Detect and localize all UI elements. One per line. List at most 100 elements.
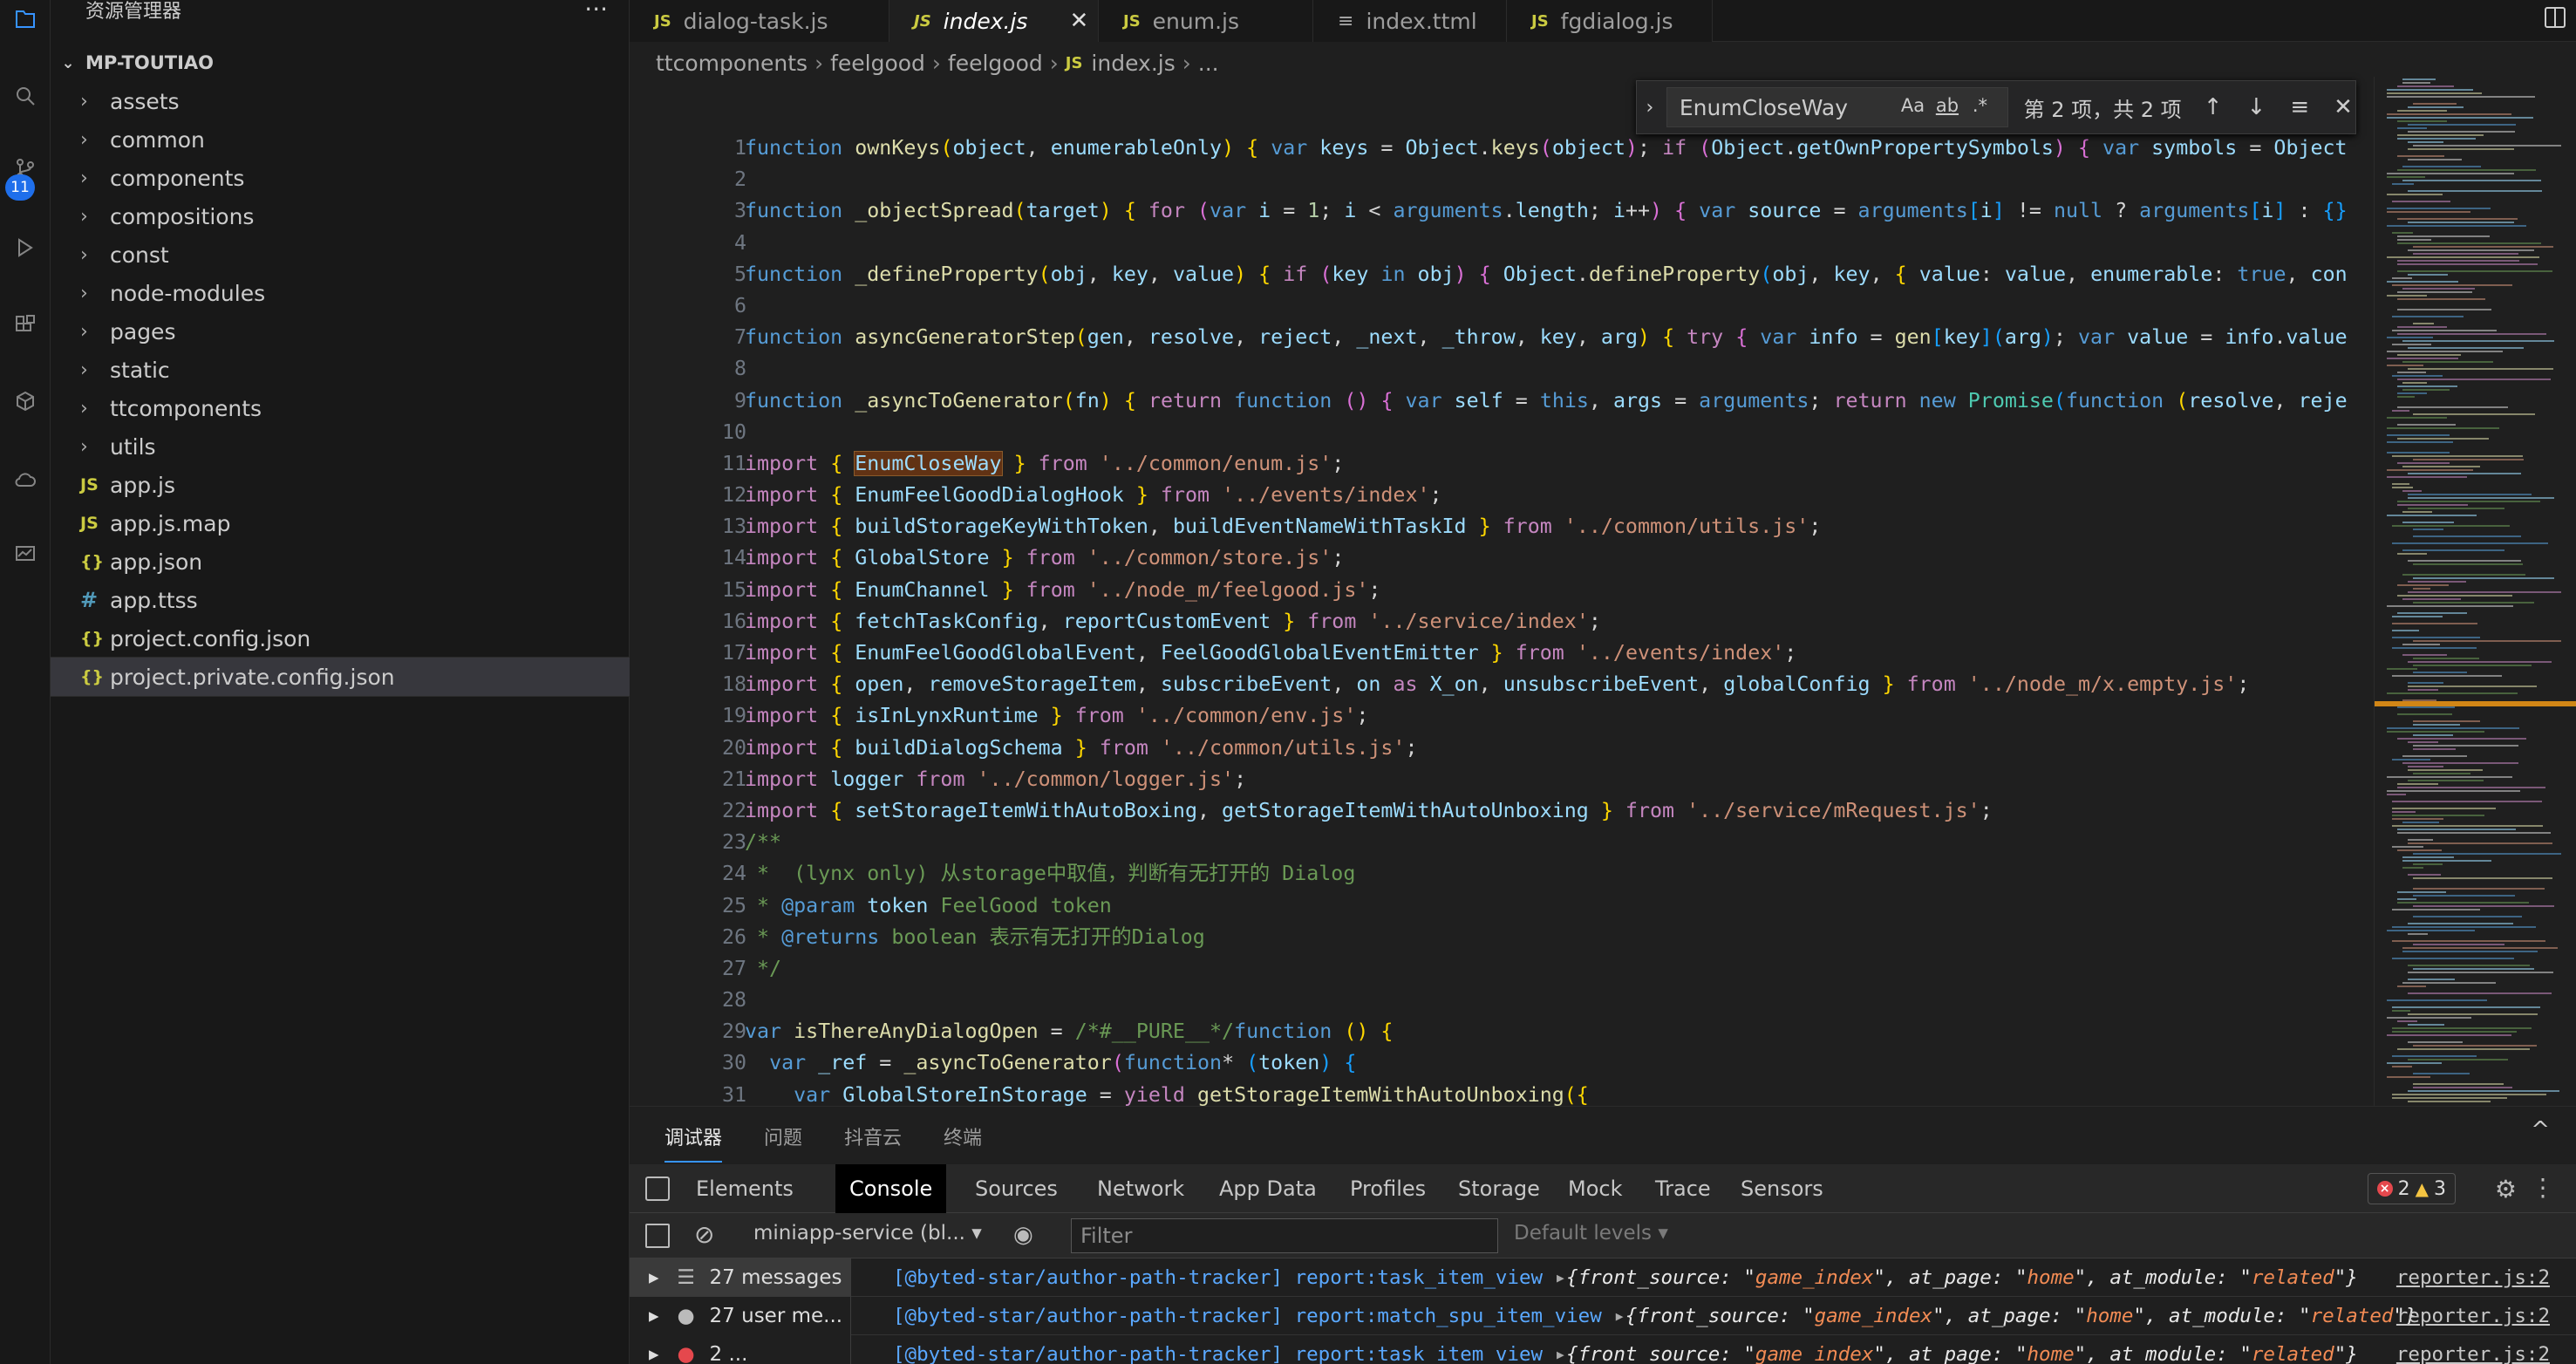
cloud-icon[interactable] xyxy=(0,460,51,499)
devtools-tab-sources[interactable]: Sources xyxy=(961,1164,1072,1213)
breadcrumb-tail[interactable]: ... xyxy=(1198,51,1219,76)
code-line: 3 function _objectSpread(target) { for (v… xyxy=(733,199,2348,223)
monitor-icon[interactable] xyxy=(0,535,51,574)
match-word-toggle[interactable]: ab xyxy=(1936,95,1959,116)
log-levels-dropdown[interactable]: Default levels ▾ xyxy=(1514,1222,1668,1245)
split-editor-icon[interactable] xyxy=(2545,7,2566,28)
devtools-tab-profiles[interactable]: Profiles xyxy=(1336,1164,1440,1213)
find-in-selection-icon[interactable]: ≡ xyxy=(2287,94,2312,120)
toggle-sidebar-icon[interactable] xyxy=(645,1224,670,1248)
tree-folder[interactable]: › const xyxy=(51,235,630,274)
panel-tab-debugger[interactable]: 调试器 xyxy=(664,1122,723,1163)
tab-index-js[interactable]: JS index.js ✕ xyxy=(889,0,1099,42)
settings-gear-icon[interactable]: ⚙ xyxy=(2495,1175,2517,1204)
package-icon[interactable] xyxy=(0,382,51,420)
tree-item-label: app.json xyxy=(110,549,203,575)
collapse-panel-icon[interactable]: ^ xyxy=(2531,1117,2550,1143)
breadcrumb-item[interactable]: feelgood xyxy=(948,51,1043,76)
console-sidebar-messages[interactable]: ▸ ☰ 27 messages xyxy=(630,1258,850,1297)
close-icon[interactable]: ✕ xyxy=(2331,94,2355,120)
run-debug-icon[interactable] xyxy=(0,228,51,267)
breadcrumb-item[interactable]: feelgood xyxy=(830,51,925,76)
inspect-element-icon[interactable] xyxy=(645,1176,670,1201)
tree-folder[interactable]: › assets xyxy=(51,82,630,120)
chevron-right-icon: ▸ xyxy=(649,1343,659,1364)
issue-counts[interactable]: × 2 ▲ 3 xyxy=(2367,1173,2456,1204)
clear-console-icon[interactable]: ⊘ xyxy=(694,1220,714,1249)
minimap-line xyxy=(2402,166,2481,167)
find-input[interactable]: EnumCloseWay Aa ab .* xyxy=(1666,87,2008,127)
tab-fgdialog-js[interactable]: JS fgdialog.js xyxy=(1507,0,1713,42)
regex-toggle[interactable]: .* xyxy=(1973,95,1987,116)
devtools-tab-network[interactable]: Network xyxy=(1083,1164,1198,1213)
tree-file[interactable]: {} project.private.config.json xyxy=(50,657,630,697)
tree-file[interactable]: {} project.config.json xyxy=(51,619,630,658)
message-object[interactable]: {front_source: "game_index", at_page: "h… xyxy=(1566,1266,2358,1289)
expand-object-icon[interactable]: ▸ xyxy=(1602,1305,1625,1327)
tab-index-ttml[interactable]: ≡ index.ttml xyxy=(1313,0,1507,42)
message-source-link[interactable]: reporter.js:2 xyxy=(2396,1335,2550,1364)
minimap-line xyxy=(2387,1017,2471,1019)
minimap-line xyxy=(2392,1097,2507,1099)
devtools-tab-console[interactable]: Console xyxy=(835,1164,947,1213)
context-selector[interactable]: miniapp-service (bl... ▾ xyxy=(753,1222,982,1245)
console-message-row[interactable]: [@byted-star/author-path-tracker] report… xyxy=(851,1297,2576,1335)
tree-file[interactable]: {} app.json xyxy=(51,542,630,581)
extensions-icon[interactable] xyxy=(0,305,51,344)
live-expression-eye-icon[interactable]: ◉ xyxy=(1013,1222,1033,1248)
minimap-line xyxy=(2408,1013,2538,1015)
devtools-tab-mock[interactable]: Mock xyxy=(1554,1164,1636,1213)
more-options-icon[interactable]: ⋮ xyxy=(2531,1173,2555,1202)
expand-object-icon[interactable]: ▸ xyxy=(1543,1266,1567,1289)
message-source-link[interactable]: reporter.js:2 xyxy=(2396,1297,2550,1335)
code-view[interactable]: 1 function ownKeys(object, enumerableOnly… xyxy=(630,133,2365,1106)
expand-object-icon[interactable]: ▸ xyxy=(1543,1343,1567,1364)
devtools-tab-app-data[interactable]: App Data xyxy=(1205,1164,1331,1213)
message-source-link[interactable]: reporter.js:2 xyxy=(2396,1258,2550,1297)
breadcrumb-item[interactable]: ttcomponents xyxy=(656,51,808,76)
match-case-toggle[interactable]: Aa xyxy=(1901,95,1925,116)
message-object[interactable]: {front_source: "game_index", at_page: "h… xyxy=(1566,1343,2358,1364)
console-sidebar-errors[interactable]: ▸ ● 2 ... xyxy=(630,1335,850,1364)
tree-file[interactable]: # app.ttss xyxy=(51,581,630,619)
minimap[interactable] xyxy=(2374,77,2576,1106)
devtools-tab-storage[interactable]: Storage xyxy=(1444,1164,1554,1213)
workspace-root[interactable]: ⌄ MP-TOUTIAO xyxy=(51,47,630,78)
tree-folder[interactable]: › components xyxy=(51,159,630,197)
devtools-tab-trace[interactable]: Trace xyxy=(1641,1164,1725,1213)
more-actions-icon[interactable]: ··· xyxy=(584,0,608,24)
tree-file[interactable]: JS app.js xyxy=(51,466,630,504)
minimap-line xyxy=(2387,358,2458,359)
tree-folder[interactable]: › static xyxy=(51,351,630,389)
tree-folder[interactable]: › compositions xyxy=(51,197,630,235)
tree-folder[interactable]: › node-modules xyxy=(51,274,630,312)
tree-folder[interactable]: › pages xyxy=(51,312,630,351)
panel-tab-problems[interactable]: 问题 xyxy=(764,1122,802,1150)
panel-tab-terminal[interactable]: 终端 xyxy=(944,1122,982,1150)
console-filter-input[interactable]: Filter xyxy=(1071,1218,1498,1253)
console-message-row[interactable]: [@byted-star/author-path-tracker] report… xyxy=(851,1335,2576,1364)
breadcrumb-file[interactable]: index.js xyxy=(1091,51,1175,76)
tree-file[interactable]: JS app.js.map xyxy=(51,504,630,542)
object-value: home xyxy=(2027,1343,2075,1364)
tree-folder[interactable]: › ttcomponents xyxy=(51,389,630,427)
tab-enum-js[interactable]: JS enum.js xyxy=(1099,0,1313,42)
minimap-line xyxy=(2413,1087,2512,1088)
tab-dialog-task-js[interactable]: JS dialog-task.js xyxy=(630,0,889,42)
next-match-icon[interactable]: ↓ xyxy=(2245,94,2269,120)
minimap-line xyxy=(2392,525,2510,527)
message-object[interactable]: {front_source: "game_index", at_page: "h… xyxy=(1625,1305,2417,1327)
previous-match-icon[interactable]: ↑ xyxy=(2201,94,2225,120)
search-icon[interactable] xyxy=(0,77,51,115)
console-message-row[interactable]: [@byted-star/author-path-tracker] report… xyxy=(851,1258,2576,1297)
tree-folder[interactable]: › common xyxy=(51,120,630,159)
console-sidebar-user-messages[interactable]: ▸ ● 27 user me... xyxy=(630,1297,850,1335)
devtools-tab-elements[interactable]: Elements xyxy=(682,1164,808,1213)
close-tab-icon[interactable]: ✕ xyxy=(1069,8,1088,34)
tree-folder[interactable]: › utils xyxy=(51,427,630,466)
explorer-icon[interactable] xyxy=(0,0,51,38)
panel-tab-douyin-cloud[interactable]: 抖音云 xyxy=(844,1122,902,1150)
toggle-replace-icon[interactable]: › xyxy=(1637,97,1663,119)
minimap-line xyxy=(2413,672,2467,673)
devtools-tab-sensors[interactable]: Sensors xyxy=(1727,1164,1837,1213)
